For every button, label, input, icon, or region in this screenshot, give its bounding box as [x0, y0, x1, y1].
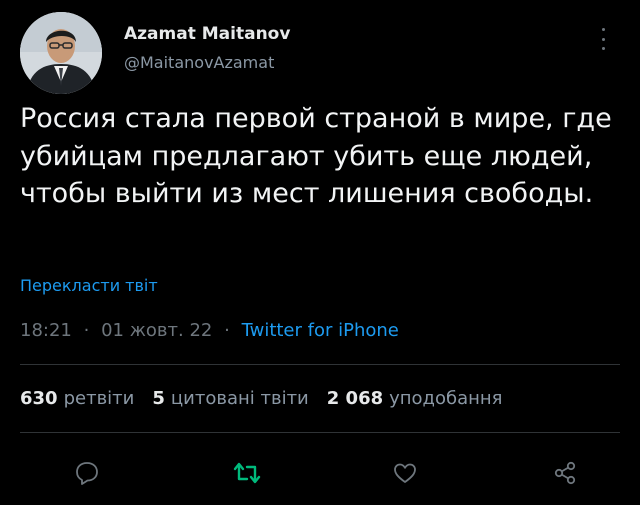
more-icon[interactable]	[598, 28, 608, 50]
retweets-count: 630	[20, 388, 58, 409]
retweets-stat[interactable]: 630 ретвіти	[20, 388, 134, 409]
author-display-name[interactable]: Azamat Maitanov	[124, 24, 290, 44]
quotes-stat[interactable]: 5 цитовані твіти	[152, 388, 308, 409]
more-dot	[601, 37, 605, 41]
likes-stat[interactable]: 2 068 уподобання	[327, 388, 503, 409]
retweets-label: ретвіти	[63, 388, 135, 409]
divider	[20, 432, 620, 433]
meta-separator: ·	[83, 320, 90, 341]
quotes-label: цитовані твіти	[170, 388, 309, 409]
author-block: Azamat Maitanov @MaitanovAzamat	[124, 24, 290, 72]
more-dot	[601, 28, 605, 31]
tweet-text: Россия стала первой страной в мире, где …	[20, 103, 612, 209]
divider	[20, 364, 620, 365]
share-icon[interactable]	[550, 458, 580, 488]
share-icon-glyph	[554, 461, 576, 485]
quotes-count: 5	[152, 388, 165, 409]
likes-count: 2 068	[326, 388, 384, 409]
tweet-card: Azamat Maitanov @MaitanovAzamat Россия с…	[0, 0, 640, 505]
heart-icon[interactable]	[390, 458, 420, 488]
reply-icon-glyph	[76, 462, 98, 485]
heart-icon-glyph	[394, 463, 416, 483]
author-handle[interactable]: @MaitanovAzamat	[124, 53, 290, 72]
action-bar	[0, 450, 640, 490]
retweet-icon-glyph	[233, 462, 261, 484]
avatar-photo	[20, 12, 102, 94]
tweet-time[interactable]: 18:21	[20, 320, 72, 341]
retweet-icon[interactable]	[232, 458, 262, 488]
more-dot	[601, 47, 605, 50]
likes-label: уподобання	[389, 388, 503, 409]
tweet-stats: 630 ретвіти 5 цитовані твіти 2 068 уподобан…	[20, 388, 521, 409]
translate-link[interactable]: Перекласти твіт	[20, 276, 158, 295]
tweet-source[interactable]: Twitter for iPhone	[242, 320, 399, 341]
meta-separator: ·	[224, 320, 230, 341]
avatar[interactable]	[20, 12, 102, 94]
tweet-date[interactable]: 01 жовт. 22	[101, 320, 212, 341]
tweet-meta: 18:21 · 01 жовт. 22 · Twitter for iPhone	[20, 320, 399, 341]
reply-icon[interactable]	[72, 458, 102, 488]
